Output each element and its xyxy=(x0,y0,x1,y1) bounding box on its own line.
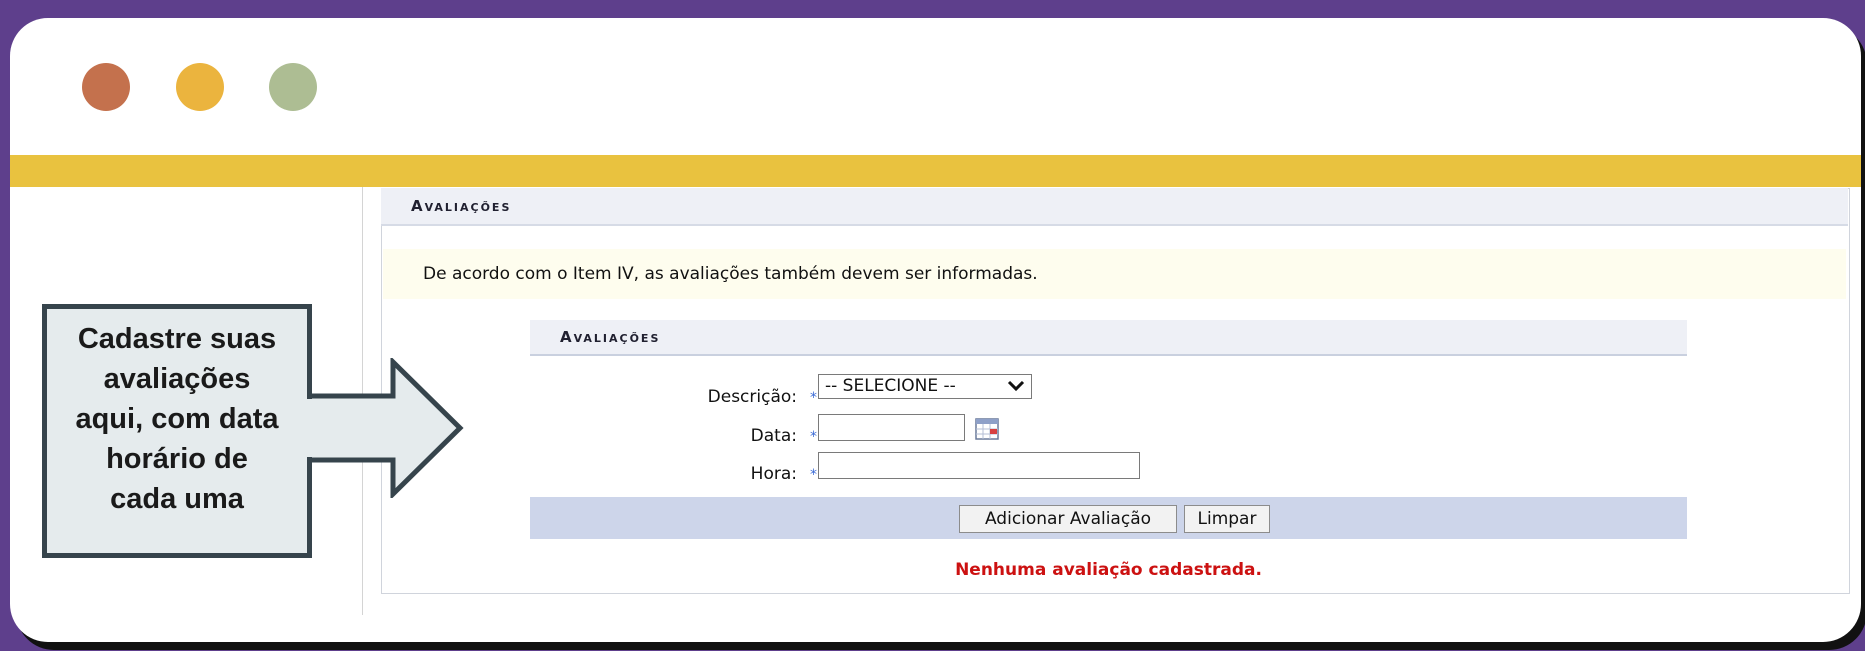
callout-box: Cadastre suas avaliações aqui, com data … xyxy=(42,304,312,558)
callout-text: Cadastre suas avaliações aqui, com data … xyxy=(75,323,279,515)
form-button-bar: Adicionar Avaliação Limpar xyxy=(530,497,1687,539)
descricao-label: Descrição: xyxy=(707,387,797,407)
descricao-select[interactable]: -- SELECIONE -- xyxy=(818,374,1032,399)
descricao-select-value: -- SELECIONE -- xyxy=(825,376,956,396)
notice-text: De acordo com o Item IV, as avaliações t… xyxy=(423,264,1038,284)
hora-input[interactable] xyxy=(818,452,1140,479)
form-title: Avaliações xyxy=(560,328,661,346)
form-header: Avaliações xyxy=(530,320,1687,356)
empty-list-message: Nenhuma avaliação cadastrada. xyxy=(955,560,1262,580)
chevron-down-icon xyxy=(1007,380,1025,392)
info-notice: De acordo com o Item IV, as avaliações t… xyxy=(383,249,1846,299)
accent-bar xyxy=(10,155,1861,187)
avaliacoes-panel-header: Avaliações xyxy=(381,188,1848,226)
window-maximize-dot[interactable] xyxy=(269,63,317,111)
callout-arrow xyxy=(300,358,464,498)
calendar-icon[interactable] xyxy=(975,418,999,440)
data-label: Data: xyxy=(750,426,797,446)
window-close-dot[interactable] xyxy=(82,63,130,111)
descricao-required-star: * xyxy=(810,390,817,406)
callout-joint-mask xyxy=(300,399,314,457)
data-input[interactable] xyxy=(818,414,965,441)
data-required-star: * xyxy=(810,429,817,445)
hora-label: Hora: xyxy=(750,464,797,484)
hora-required-star: * xyxy=(810,467,817,483)
window-minimize-dot[interactable] xyxy=(176,63,224,111)
add-avaliacao-button[interactable]: Adicionar Avaliação xyxy=(959,505,1177,533)
clear-button[interactable]: Limpar xyxy=(1184,505,1270,533)
panel-title: Avaliações xyxy=(411,197,512,215)
